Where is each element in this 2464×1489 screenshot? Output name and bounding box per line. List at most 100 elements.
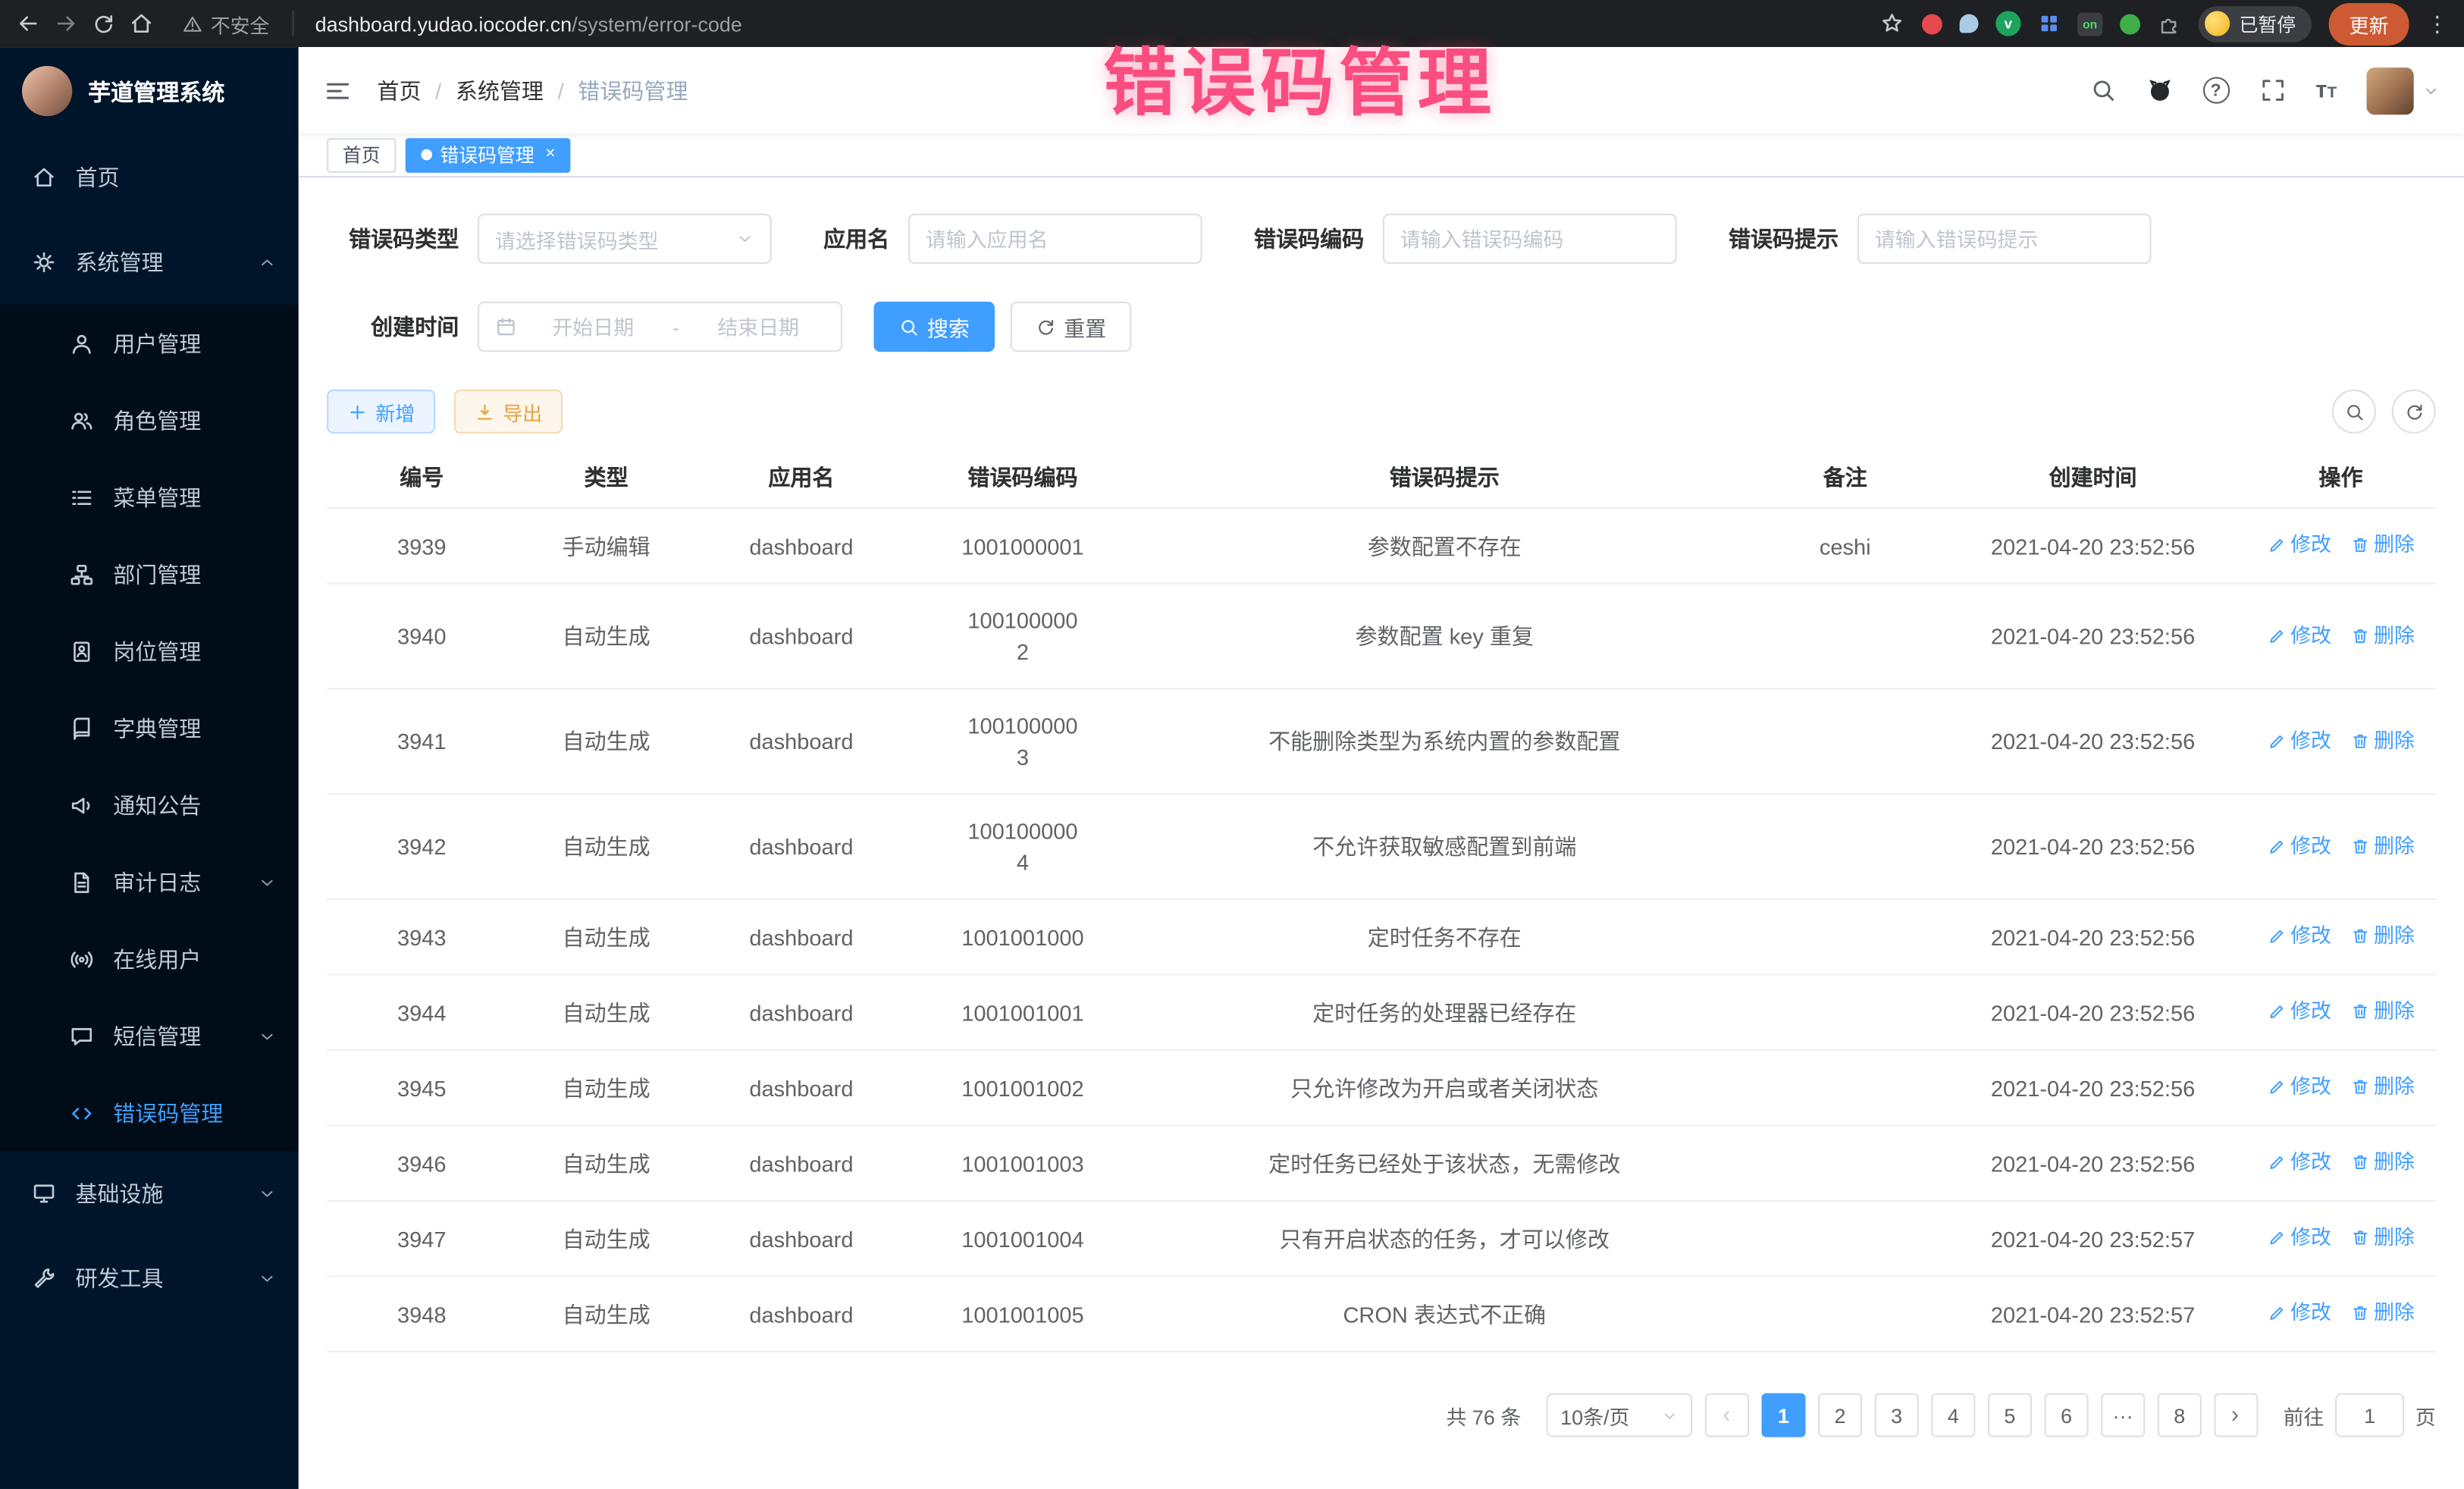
extensions-puzzle-icon[interactable] (2158, 12, 2181, 36)
help-icon[interactable]: ? (2202, 77, 2229, 104)
edit-link[interactable]: 修改 (2267, 830, 2331, 861)
reload-icon[interactable] (91, 11, 116, 36)
font-size-icon[interactable]: тT (2315, 79, 2337, 102)
home-icon[interactable] (129, 11, 154, 36)
forward-icon[interactable] (53, 11, 78, 36)
edit-link[interactable]: 修改 (2267, 1071, 2331, 1102)
edit-link[interactable]: 修改 (2267, 920, 2331, 951)
error-code-input[interactable] (1400, 227, 1660, 250)
hamburger-icon[interactable] (324, 76, 352, 104)
delete-link[interactable]: 删除 (2350, 995, 2415, 1027)
extension-red-icon[interactable] (1922, 14, 1942, 34)
page-button-2[interactable]: 2 (1818, 1393, 1862, 1437)
page-button-4[interactable]: 4 (1931, 1393, 1975, 1437)
sidebar-item-roles[interactable]: 角色管理 (0, 381, 299, 459)
fullscreen-icon[interactable] (2259, 77, 2286, 104)
browser-update-button[interactable]: 更新 (2329, 2, 2409, 45)
error-msg-input[interactable] (1875, 227, 2134, 250)
delete-link[interactable]: 删除 (2350, 1071, 2415, 1102)
start-date-input[interactable] (526, 315, 660, 338)
breadcrumb-item-home[interactable]: 首页 (377, 74, 421, 105)
delete-link[interactable]: 删除 (2350, 529, 2415, 560)
search-icon[interactable] (2089, 77, 2116, 104)
sidebar-item-online-users[interactable]: 在线用户 (0, 920, 299, 998)
delete-link[interactable]: 删除 (2350, 920, 2415, 951)
export-button[interactable]: 导出 (454, 390, 563, 434)
sidebar-item-audit-log[interactable]: 审计日志 (0, 844, 299, 921)
refresh-table-button[interactable] (2392, 390, 2436, 434)
edit-link[interactable]: 修改 (2267, 725, 2331, 756)
reset-button[interactable]: 重置 (1011, 302, 1132, 352)
show-search-button[interactable] (2332, 390, 2376, 434)
edit-link[interactable]: 修改 (2267, 619, 2331, 650)
sidebar-item-infrastructure[interactable]: 基础设施 (0, 1152, 299, 1237)
megaphone-icon (69, 792, 94, 817)
sidebar-item-menus[interactable]: 菜单管理 (0, 459, 299, 536)
page-size-select[interactable]: 10条/页 (1546, 1393, 1692, 1437)
edit-link[interactable]: 修改 (2267, 1146, 2331, 1177)
date-range-picker[interactable]: - (478, 302, 842, 352)
sidebar-item-users[interactable]: 用户管理 (0, 305, 299, 382)
extension-green-icon[interactable] (2120, 14, 2140, 34)
sidebar-item-notice[interactable]: 通知公告 (0, 766, 299, 844)
error-code-field[interactable] (1383, 214, 1677, 264)
delete-link[interactable]: 删除 (2350, 1297, 2415, 1328)
tab-home[interactable]: 首页 (327, 137, 396, 172)
sidebar-item-error-code[interactable]: 错误码管理 (0, 1074, 299, 1152)
add-button[interactable]: 新增 (327, 390, 435, 434)
close-icon[interactable]: × (545, 146, 555, 164)
delete-link[interactable]: 删除 (2350, 830, 2415, 861)
github-icon[interactable] (2146, 77, 2172, 104)
edit-link[interactable]: 修改 (2267, 1297, 2331, 1328)
sidebar-item-sms[interactable]: 短信管理 (0, 998, 299, 1075)
user-menu[interactable] (2366, 67, 2438, 114)
sidebar-item-home[interactable]: 首页 (0, 135, 299, 220)
extension-grid-icon[interactable] (2038, 13, 2060, 35)
cell-type: 自动生成 (516, 794, 695, 899)
edit-link[interactable]: 修改 (2267, 995, 2331, 1027)
cell-actions: 修改删除 (2246, 584, 2435, 689)
sidebar-item-posts[interactable]: 岗位管理 (0, 613, 299, 690)
page-button-1[interactable]: 1 (1761, 1393, 1805, 1437)
address-bar[interactable]: dashboard.yudao.iocoder.cn/system/error-… (315, 12, 742, 36)
delete-link[interactable]: 删除 (2350, 1222, 2415, 1253)
end-date-input[interactable] (691, 315, 825, 338)
security-chip[interactable]: 不安全 (182, 8, 269, 38)
browser-menu-icon[interactable]: ⋮ (2426, 13, 2448, 35)
breadcrumb-item-system[interactable]: 系统管理 (456, 74, 544, 105)
page-button-8[interactable]: 8 (2158, 1393, 2202, 1437)
sidebar-item-dev-tools[interactable]: 研发工具 (0, 1236, 299, 1321)
more-pages-button[interactable]: ··· (2101, 1393, 2145, 1437)
next-page-button[interactable] (2214, 1393, 2258, 1437)
sidebar-logo[interactable]: 芋道管理系统 (0, 47, 299, 135)
edit-link[interactable]: 修改 (2267, 1222, 2331, 1253)
sidebar-item-system[interactable]: 系统管理 (0, 220, 299, 305)
extension-on-icon[interactable]: on (2077, 12, 2102, 36)
delete-link[interactable]: 删除 (2350, 1146, 2415, 1177)
app-name-input[interactable] (926, 227, 1185, 250)
pencil-icon (2267, 535, 2286, 554)
filter-row-2: 创建时间 - 搜索 重置 (327, 302, 2436, 352)
error-type-select[interactable]: 请选择错误码类型 (478, 214, 772, 264)
page-button-5[interactable]: 5 (1988, 1393, 2032, 1437)
prev-page-button[interactable] (1705, 1393, 1749, 1437)
back-icon[interactable] (16, 11, 41, 36)
extension-drop-icon[interactable] (1960, 14, 1979, 33)
goto-page-input[interactable] (2335, 1393, 2404, 1437)
delete-link[interactable]: 删除 (2350, 619, 2415, 650)
sidebar-item-departments[interactable]: 部门管理 (0, 535, 299, 613)
page-button-3[interactable]: 3 (1875, 1393, 1919, 1437)
error-msg-field[interactable] (1857, 214, 2152, 264)
extension-green-v-icon[interactable]: v (1995, 11, 2020, 36)
edit-link[interactable]: 修改 (2267, 529, 2331, 560)
page-button-6[interactable]: 6 (2045, 1393, 2089, 1437)
bookmark-star-icon[interactable] (1879, 11, 1904, 36)
pencil-icon (2267, 1304, 2286, 1323)
delete-link[interactable]: 删除 (2350, 725, 2415, 756)
profile-paused-chip[interactable]: 已暂停 (2199, 5, 2312, 42)
sidebar-item-label: 部门管理 (113, 558, 201, 589)
tab-error-code[interactable]: 错误码管理 × (406, 137, 572, 172)
search-button[interactable]: 搜索 (873, 302, 995, 352)
app-name-field[interactable] (908, 214, 1202, 264)
sidebar-item-dict[interactable]: 字典管理 (0, 689, 299, 766)
